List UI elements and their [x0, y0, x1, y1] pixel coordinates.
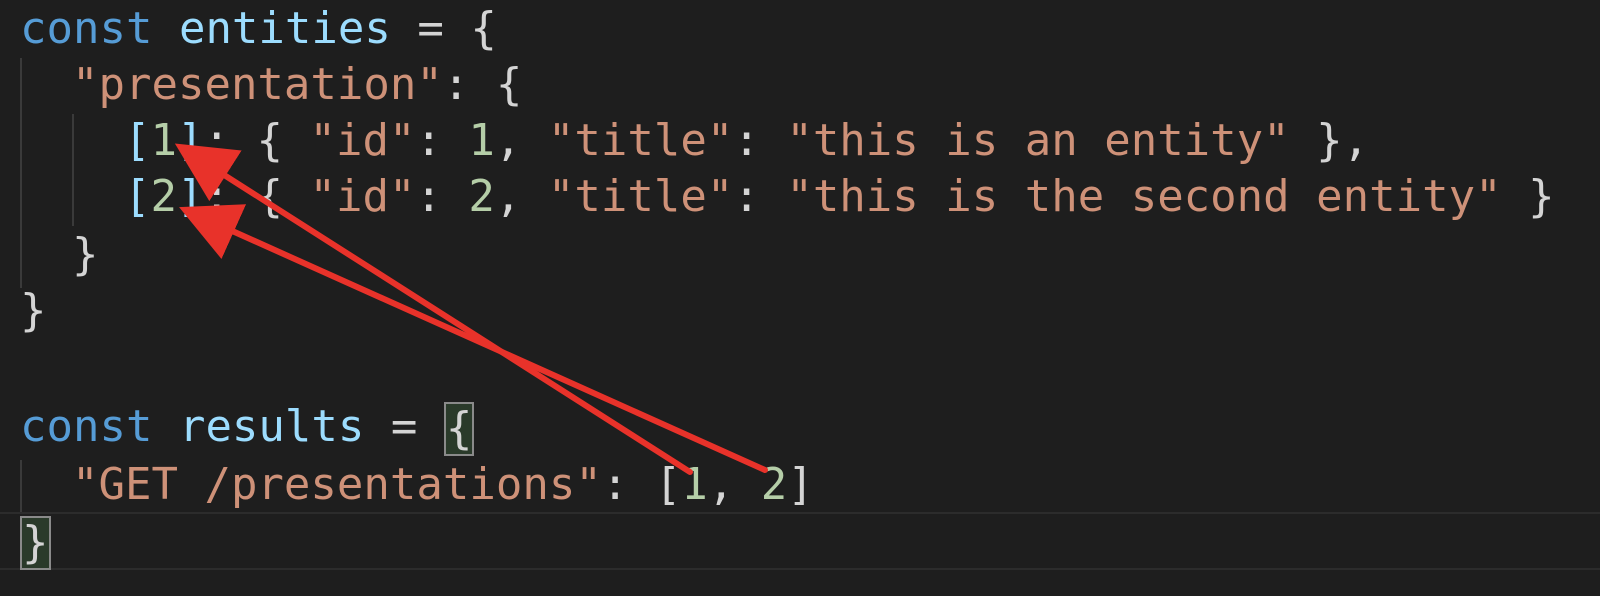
code-editor[interactable]: const entities = { "presentation": { [1]…: [0, 0, 1600, 596]
annotation-arrow-to-key-1: [174, 143, 693, 475]
annotation-arrows: [174, 143, 768, 475]
annotation-arrow-to-key-2: [179, 204, 768, 473]
